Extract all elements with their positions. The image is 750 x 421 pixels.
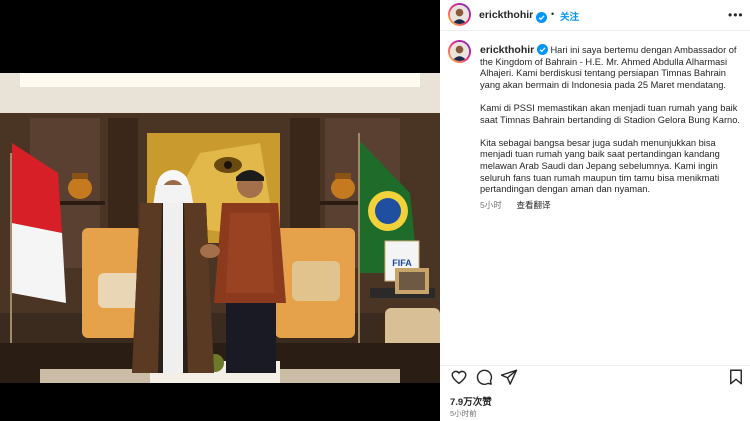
caption-paragraph-3: Kita sebagai bangsa besar juga sudah men… bbox=[480, 137, 720, 195]
separator-dot: • bbox=[551, 9, 555, 19]
avatar[interactable] bbox=[448, 3, 471, 26]
caption-username[interactable]: erickthohir bbox=[480, 44, 534, 56]
comment-icon[interactable] bbox=[475, 368, 493, 386]
more-options-icon[interactable]: ••• bbox=[728, 8, 744, 22]
see-translation-link[interactable]: 查看翻译 bbox=[516, 200, 550, 210]
avatar-image bbox=[450, 42, 469, 61]
avatar-image bbox=[450, 5, 469, 24]
caption: erickthohir Hari ini saya bertemu dengan… bbox=[480, 44, 742, 211]
post-timestamp: 5小时前 bbox=[450, 409, 477, 418]
post-photo[interactable]: FIFA bbox=[0, 73, 440, 383]
post-media: FIFA bbox=[0, 0, 440, 421]
meeting-photo-illustration: FIFA bbox=[0, 73, 440, 383]
share-icon[interactable] bbox=[500, 368, 518, 386]
caption-paragraph-2: Kami di PSSI memastikan akan menjadi tua… bbox=[480, 102, 740, 125]
caption-paragraph-1: erickthohir Hari ini saya bertemu dengan… bbox=[480, 44, 742, 91]
fifa-plaque-label: FIFA bbox=[392, 258, 412, 268]
caption-time: 5小时 bbox=[480, 199, 502, 210]
caption-meta: 5小时 查看翻译 bbox=[480, 200, 742, 212]
verified-badge-icon bbox=[536, 44, 548, 55]
likes-count[interactable]: 7.9万次赞 bbox=[450, 394, 492, 408]
follow-button[interactable]: 关注 bbox=[560, 9, 579, 23]
heart-icon[interactable] bbox=[450, 368, 468, 386]
verified-badge-icon bbox=[536, 8, 547, 26]
username[interactable]: erickthohir bbox=[479, 9, 533, 21]
caption-avatar[interactable] bbox=[448, 40, 471, 63]
post-header: erickthohir • 关注 ••• bbox=[440, 0, 750, 31]
action-bar bbox=[440, 365, 750, 388]
post-sidebar: erickthohir • 关注 ••• erickthohir Hari in… bbox=[440, 0, 750, 421]
bookmark-icon[interactable] bbox=[727, 368, 745, 386]
